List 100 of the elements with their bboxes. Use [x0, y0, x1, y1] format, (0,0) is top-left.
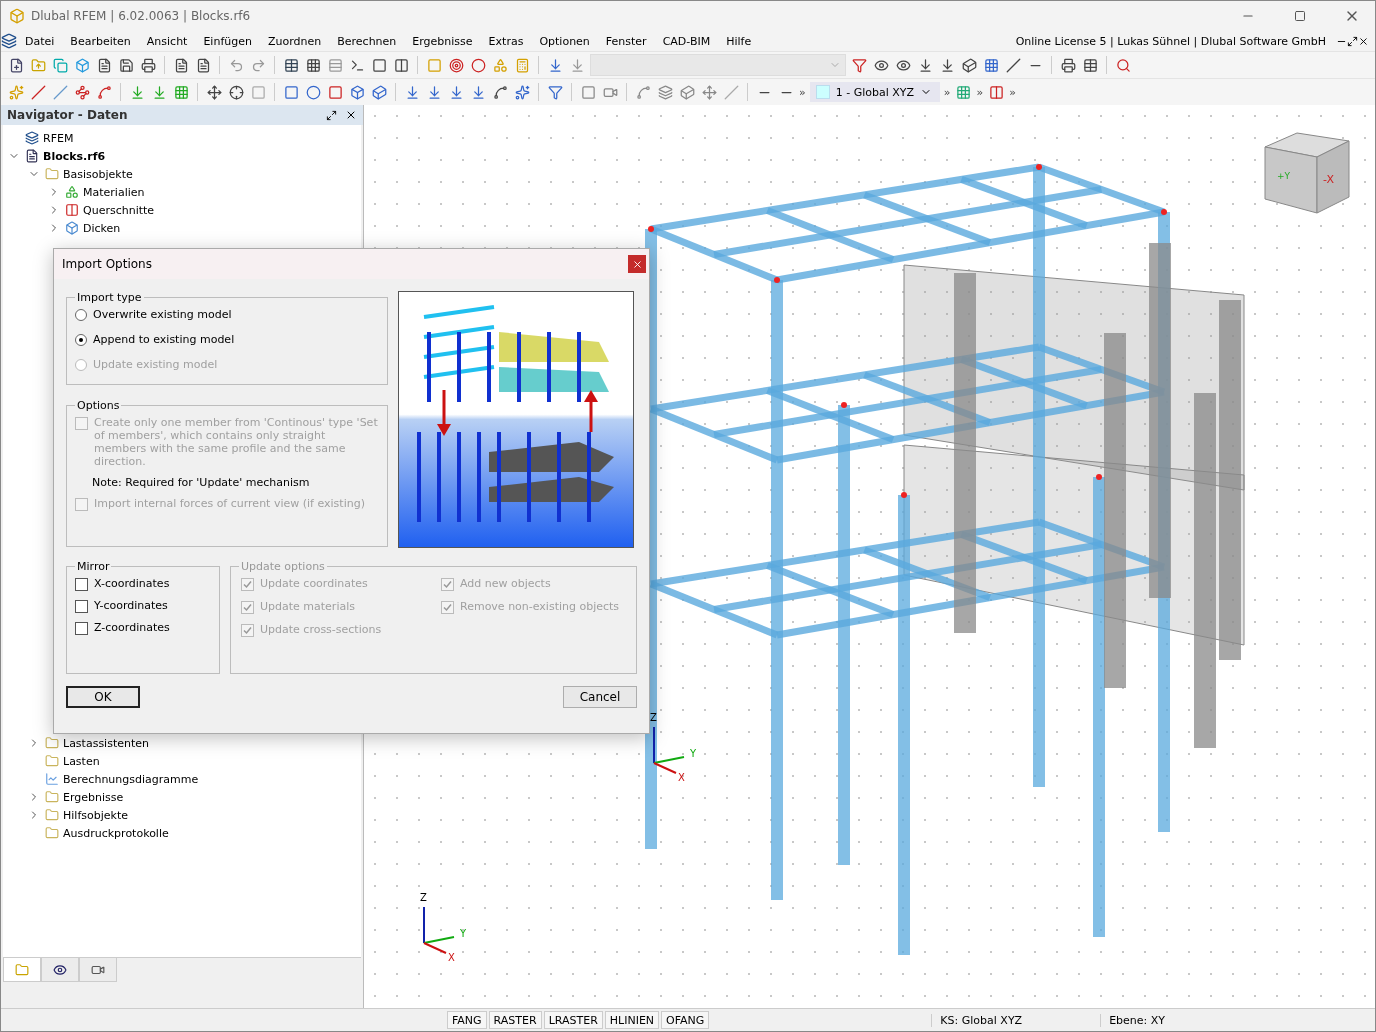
spark-icon[interactable] — [513, 83, 531, 101]
license-text: Online License 5 | Lukas Sühnel | Dlubal Software GmbH — [1015, 34, 1327, 48]
close-icon — [631, 258, 643, 270]
overflow-button[interactable]: » — [943, 85, 951, 99]
checkbox-label: Remove non-existing objects — [460, 600, 620, 613]
window-title: Dlubal RFEM | 6.02.0063 | Blocks.rf6 — [31, 9, 252, 23]
snap-toggle[interactable]: RASTER — [488, 1011, 542, 1029]
checkbox-label: Update materials — [260, 600, 355, 613]
folder-icon — [45, 826, 59, 840]
table-icon[interactable] — [282, 56, 300, 74]
menu-item[interactable]: Fenster — [597, 34, 655, 48]
cancel-button[interactable]: Cancel — [563, 686, 637, 708]
line-icon[interactable] — [1004, 56, 1022, 74]
menu-item[interactable]: Berechnen — [329, 34, 405, 48]
axis-label: X — [678, 772, 685, 783]
app-menu-icon[interactable] — [1, 33, 17, 49]
plane-text: Ebene: XY — [1100, 1013, 1174, 1027]
group-label: Mirror — [76, 560, 111, 573]
checkbox[interactable] — [75, 622, 88, 635]
axis-label: Y — [690, 748, 697, 759]
group-label: Options — [76, 399, 121, 412]
folder-icon — [45, 790, 59, 804]
tree-item[interactable]: Blocks.rf6 — [43, 149, 106, 163]
spline-icon[interactable] — [95, 83, 113, 101]
menu-item[interactable]: Bearbeiten — [62, 34, 139, 48]
checkbox-label: Y-coordinates — [94, 599, 168, 612]
note-text: Note: Required for 'Update' mechanism — [91, 476, 311, 489]
checkbox[interactable] — [75, 600, 88, 613]
filter-icon[interactable] — [546, 83, 564, 101]
folder-icon — [45, 736, 59, 750]
target-icon[interactable] — [447, 56, 465, 74]
panel-title: Navigator - Daten — [7, 108, 129, 122]
dialog-title: Import Options — [62, 257, 152, 271]
menu-item[interactable]: Ergebnisse — [404, 34, 481, 48]
dropdown-field[interactable] — [590, 54, 846, 76]
tree-item[interactable]: Hilfsobjekte — [63, 808, 128, 822]
axis-triad-drawing — [423, 906, 455, 954]
menu-item[interactable]: Datei — [17, 34, 63, 48]
filter-icon[interactable] — [850, 56, 868, 74]
snap-toggle[interactable]: OFANG — [661, 1011, 710, 1029]
cube-icon[interactable] — [678, 83, 696, 101]
search-icon[interactable] — [1114, 56, 1132, 74]
folder-icon — [15, 962, 29, 977]
printer-icon[interactable] — [139, 56, 157, 74]
checkbox-label: Add new objects — [460, 577, 551, 590]
radio-button[interactable] — [75, 334, 87, 346]
tree-item[interactable]: Lastassistenten — [63, 736, 149, 750]
menu-item[interactable]: Einfügen — [195, 34, 260, 48]
copy-icon[interactable] — [51, 56, 69, 74]
print-icon[interactable] — [1059, 56, 1077, 74]
eye-icon — [53, 962, 67, 977]
checkbox-label: Import internal forces of current view (if existing) — [94, 497, 365, 510]
tree-item[interactable]: Lasten — [63, 754, 100, 768]
radio-label: Update existing model — [93, 358, 218, 371]
snap-toggle[interactable]: HLINIEN — [604, 1011, 660, 1029]
overflow-button[interactable]: » — [1009, 85, 1016, 99]
close-button[interactable] — [628, 255, 646, 273]
close-icon[interactable] — [1358, 35, 1369, 47]
overflow-button[interactable]: » — [976, 85, 984, 99]
menu-item[interactable]: Extras — [480, 34, 532, 48]
move-icon[interactable] — [700, 83, 718, 101]
radio-button[interactable] — [75, 309, 87, 321]
tree-item[interactable]: Querschnitte — [83, 203, 155, 217]
menu-item[interactable]: Ansicht — [138, 34, 196, 48]
layer-icon[interactable] — [656, 83, 674, 101]
tree-item[interactable]: Berechnungsdiagramme — [63, 772, 199, 786]
model-file-icon — [25, 149, 39, 163]
save-icon[interactable] — [117, 56, 135, 74]
navigator-tab[interactable] — [79, 958, 117, 982]
tree-item[interactable]: RFEM — [43, 131, 74, 145]
view-select[interactable]: 1 - Global XYZ — [809, 82, 940, 102]
menu-item[interactable]: Zuordnen — [259, 34, 330, 48]
overflow-button[interactable]: » — [799, 85, 806, 99]
tree-item[interactable]: Materialien — [83, 185, 145, 199]
app-logo-icon — [9, 8, 25, 24]
polyline-icon[interactable] — [73, 83, 91, 101]
menu-item[interactable]: CAD-BIM — [654, 34, 719, 48]
tree-item[interactable]: Ausdruckprotokolle — [63, 826, 169, 840]
line-icon[interactable] — [29, 83, 47, 101]
tree-item[interactable]: Basisobjekte — [63, 167, 133, 181]
checkbox[interactable] — [75, 578, 88, 591]
grid-icon[interactable] — [304, 56, 322, 74]
axis-triad-drawing — [653, 726, 685, 774]
coordinate-system-text: KS: Global XYZ — [931, 1013, 1031, 1027]
view-cube-drawing[interactable] — [1264, 132, 1350, 214]
snap-toggle[interactable]: FANG — [447, 1011, 487, 1029]
curve-icon[interactable] — [491, 83, 509, 101]
tree-item[interactable]: Dicken — [83, 221, 121, 235]
menu-item[interactable]: Hilfe — [718, 34, 760, 48]
group-label: Import type — [76, 291, 143, 304]
maximize-icon — [1294, 10, 1306, 22]
folder-icon — [45, 167, 59, 181]
close-icon[interactable] — [345, 109, 357, 121]
mesh-icon[interactable] — [982, 56, 1000, 74]
ok-button[interactable]: OK — [66, 686, 140, 708]
menu-item[interactable]: Optionen — [531, 34, 598, 48]
tree-item[interactable]: Ergebnisse — [63, 790, 124, 804]
circle-icon[interactable] — [469, 56, 487, 74]
snap-toggle[interactable]: LRASTER — [543, 1011, 603, 1029]
navigator-tab[interactable] — [41, 958, 79, 982]
